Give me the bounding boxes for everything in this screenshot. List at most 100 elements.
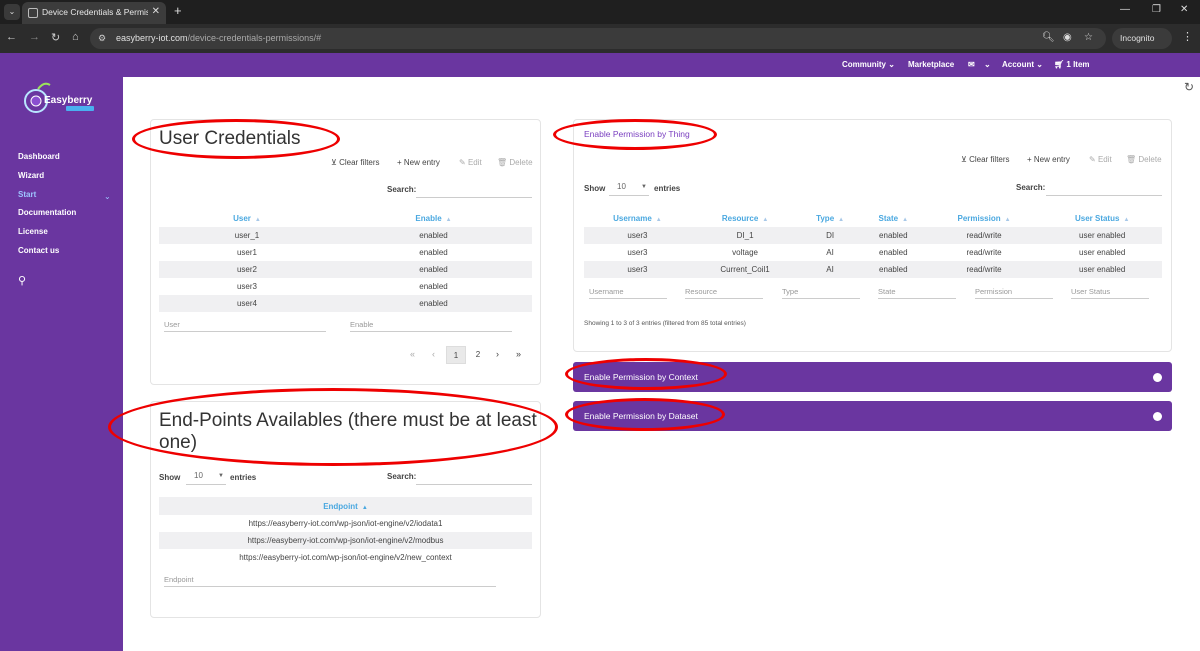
edit-button[interactable]: ✎ Edit [459, 158, 482, 167]
cell-endpoint: https://easyberry-iot.com/wp-json/iot-en… [239, 553, 452, 562]
user-credentials-table: User ▲ Enable ▲ user_1 enabled user1 enabled… [159, 209, 532, 312]
table-row[interactable]: user2 enabled [159, 261, 532, 278]
tab-search-icon[interactable]: ⌄ [4, 4, 20, 20]
column-header-endpoint[interactable]: Endpoint ▲ [159, 497, 532, 515]
column-header-resource[interactable]: Resource ▲ [691, 209, 799, 227]
prev-page-icon[interactable]: ‹ [432, 349, 435, 359]
first-page-icon[interactable]: « [410, 349, 415, 359]
refresh-icon[interactable]: ↻ [1184, 80, 1194, 94]
url-text: easyberry-iot.com/device-credentials-per… [116, 33, 321, 43]
filter-user-status-input[interactable]: User Status [1071, 287, 1149, 299]
column-header-type[interactable]: Type ▲ [799, 209, 861, 227]
window-close-icon[interactable]: ✕ [1180, 4, 1188, 15]
nav-cart[interactable]: 🛒︎ 1 Item [1054, 60, 1090, 69]
new-entry-label: New entry [1033, 155, 1070, 164]
cell-enable: enabled [335, 295, 532, 312]
reload-icon[interactable]: ↻ [51, 31, 60, 44]
close-icon[interactable]: ✕ [152, 6, 160, 17]
browser-menu-icon[interactable]: ⋮ [1182, 30, 1193, 43]
chevron-down-icon: ▼ [641, 184, 647, 190]
search-input[interactable] [1046, 195, 1162, 196]
entries-select[interactable]: 10 ▼ [609, 182, 649, 196]
sidebar-item-dashboard[interactable]: Dashboard [18, 152, 60, 161]
search-input[interactable] [416, 197, 532, 198]
table-row[interactable]: https://easyberry-iot.com/wp-json/iot-en… [159, 515, 532, 532]
delete-button[interactable]: 🗑︎ Delete [1126, 155, 1162, 164]
nav-community[interactable]: Community ⌄ [842, 60, 895, 69]
filter-type-input[interactable]: Type [782, 287, 860, 299]
table-row[interactable]: user3 voltage AI enabled read/write user… [584, 244, 1162, 261]
filter-permission-input[interactable]: Permission [975, 287, 1053, 299]
table-row[interactable]: user3 enabled [159, 278, 532, 295]
filter-state-input[interactable]: State [878, 287, 956, 299]
sidebar-item-wizard[interactable]: Wizard [18, 171, 44, 180]
new-entry-button[interactable]: + New entry [397, 158, 440, 167]
mail-icon[interactable]: ✉ [968, 60, 975, 69]
address-bar[interactable]: ⚙ easyberry-iot.com/device-credentials-p… [90, 28, 1106, 49]
chevron-down-icon[interactable]: ⌄ [984, 60, 991, 69]
last-page-icon[interactable]: » [516, 349, 521, 359]
eye-icon[interactable]: ◉ [1063, 32, 1072, 43]
clear-filters-button[interactable]: ⊻ Clear filters [331, 158, 380, 167]
sidebar-item-documentation[interactable]: Documentation [18, 208, 76, 217]
sidebar-item-start[interactable]: Start [18, 190, 36, 199]
page-2-button[interactable]: 2 [468, 346, 488, 364]
table-row[interactable]: user3 DI_1 DI enabled read/write user en… [584, 227, 1162, 244]
back-icon[interactable]: ← [6, 31, 17, 43]
sort-asc-icon: ▲ [361, 504, 368, 511]
column-header-permission[interactable]: Permission ▲ [926, 209, 1043, 227]
expand-icon[interactable] [1153, 373, 1162, 382]
table-row[interactable]: https://easyberry-iot.com/wp-json/iot-en… [159, 532, 532, 549]
column-header-username[interactable]: Username ▲ [584, 209, 691, 227]
clear-filters-button[interactable]: ⊻ Clear filters [961, 155, 1010, 164]
incognito-badge[interactable]: Incognito [1112, 28, 1172, 49]
cell-user: user_1 [159, 227, 335, 244]
site-header: Community ⌄ Marketplace ✉ ⌄ Account ⌄ 🛒︎… [0, 53, 1200, 77]
table-row[interactable]: https://easyberry-iot.com/wp-json/iot-en… [159, 549, 532, 566]
search-label: Search: [387, 472, 417, 481]
cell-state: enabled [879, 248, 908, 257]
search-input[interactable] [416, 484, 532, 485]
zoom-icon[interactable]: 🔍︎ [1042, 32, 1055, 43]
column-header-user[interactable]: User ▲ [159, 209, 335, 227]
table-row[interactable]: user3 Current_Coil1 AI enabled read/writ… [584, 261, 1162, 278]
table-row[interactable]: user1 enabled [159, 244, 532, 261]
next-page-icon[interactable]: › [496, 349, 499, 359]
edit-button[interactable]: ✎ Edit [1089, 155, 1112, 164]
bookmark-star-icon[interactable]: ☆ [1084, 32, 1093, 43]
column-header-enable[interactable]: Enable ▲ [335, 209, 532, 227]
sort-icon: ▲ [902, 216, 909, 223]
restore-icon[interactable]: ❐ [1152, 4, 1161, 15]
search-icon[interactable]: ⚲ [18, 274, 26, 287]
page-1-button[interactable]: 1 [446, 346, 466, 364]
filter-icon: ⊻ [961, 155, 967, 164]
new-tab-icon[interactable]: + [174, 3, 182, 18]
filter-resource-input[interactable]: Resource [685, 287, 763, 299]
sidebar-item-license[interactable]: License [18, 227, 48, 236]
table-row[interactable]: user4 enabled [159, 295, 532, 312]
filter-user-input[interactable]: User [164, 320, 326, 332]
delete-button[interactable]: 🗑︎ Delete [497, 158, 533, 167]
column-header-user-status[interactable]: User Status ▲ [1042, 209, 1162, 227]
home-icon[interactable]: ⌂ [72, 31, 79, 43]
filter-enable-input[interactable]: Enable [350, 320, 512, 332]
table-row[interactable]: user_1 enabled [159, 227, 532, 244]
browser-tab[interactable]: Device Credentials & Permissions ✕ [22, 2, 166, 24]
site-info-icon[interactable]: ⚙ [98, 33, 106, 44]
chevron-down-icon[interactable]: ⌄ [104, 192, 111, 201]
entries-select[interactable]: 10 ▼ [186, 471, 226, 485]
minimize-icon[interactable]: — [1120, 4, 1130, 15]
nav-account[interactable]: Account ⌄ [1002, 60, 1043, 69]
cell-user: user4 [159, 295, 335, 312]
nav-marketplace[interactable]: Marketplace [908, 60, 954, 69]
forward-icon[interactable]: → [29, 31, 40, 43]
nav-community-label: Community [842, 60, 886, 69]
sidebar-item-contact[interactable]: Contact us [18, 246, 59, 255]
filter-endpoint-input[interactable]: Endpoint [164, 575, 496, 587]
cell-user: user3 [236, 282, 257, 291]
expand-icon[interactable] [1153, 412, 1162, 421]
sort-icon: ▲ [445, 216, 452, 223]
new-entry-button[interactable]: + New entry [1027, 155, 1070, 164]
filter-username-input[interactable]: Username [589, 287, 667, 299]
column-header-state[interactable]: State ▲ [861, 209, 926, 227]
